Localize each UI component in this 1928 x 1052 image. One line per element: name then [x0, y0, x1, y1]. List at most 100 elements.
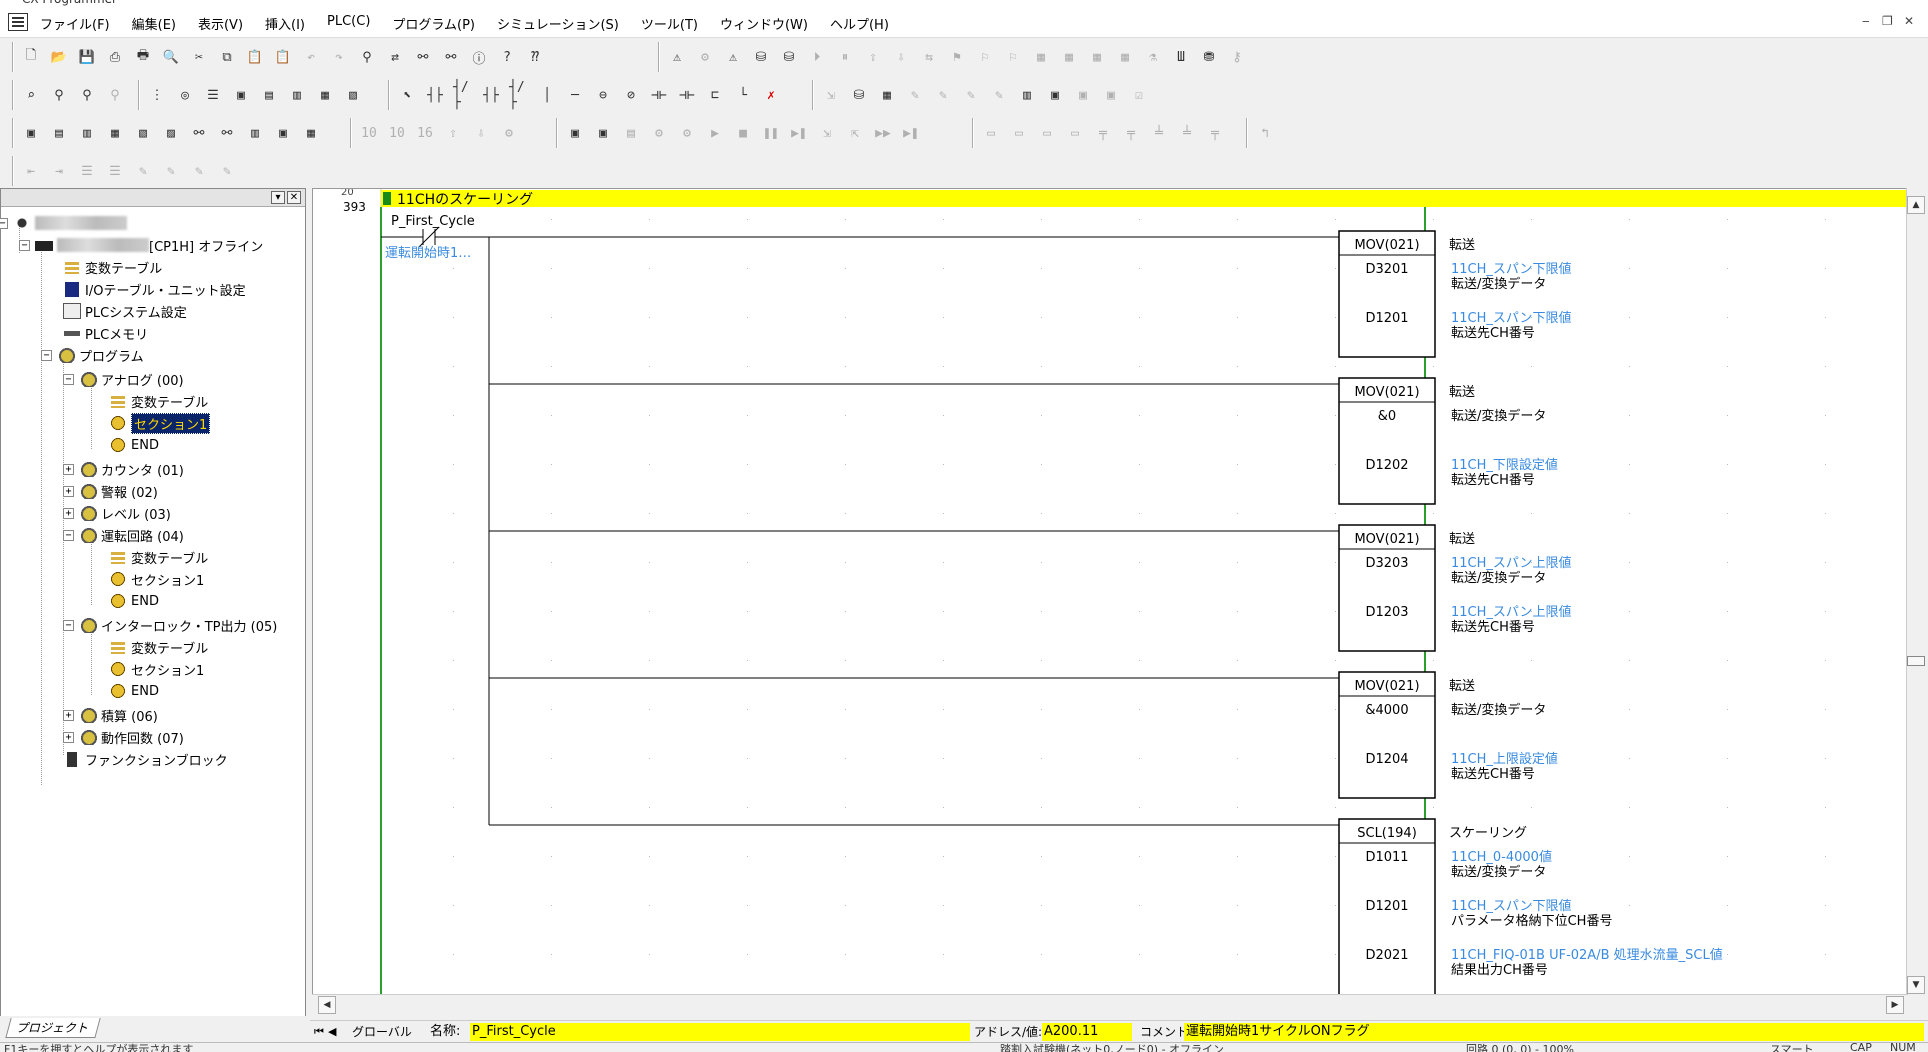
uncomment-block-icon[interactable]: ☰ — [104, 160, 126, 182]
zoom-icon[interactable]: ⚲ — [76, 84, 98, 106]
new-file-icon[interactable]: 🗋 — [20, 46, 42, 68]
tree-il-end[interactable]: END — [109, 681, 159, 701]
horizontal-line-icon[interactable]: ─ — [564, 84, 586, 106]
menu-item-3[interactable]: 挿入(I) — [265, 14, 305, 33]
online-icon[interactable]: ⛁ — [750, 46, 772, 68]
scroll-down-icon[interactable]: ▼ — [1907, 976, 1925, 994]
tree-il-vars[interactable]: 変数テーブル — [109, 637, 208, 657]
sim-pause-icon[interactable]: ❚❚ — [760, 122, 782, 144]
memory-icon[interactable]: ▦ — [876, 84, 898, 106]
select-mode-icon[interactable]: ⬉ — [396, 84, 418, 106]
zoom-in-icon[interactable]: ⚲ — [48, 84, 70, 106]
tree-analog-vars[interactable]: 変数テーブル — [109, 391, 208, 411]
comment-field[interactable]: 運転開始時1サイクルONフラグ — [1184, 1023, 1924, 1041]
monitor-icon[interactable]: ▦ — [1030, 46, 1052, 68]
scroll-thumb[interactable] — [1907, 656, 1925, 666]
tree-program-totalize[interactable]: + 積算 (06) — [63, 705, 158, 725]
menu-item-0[interactable]: ファイル(F) — [40, 14, 110, 33]
io-table-icon[interactable]: ▣ — [1044, 84, 1066, 106]
address-ref-icon[interactable]: ⚯ — [440, 46, 462, 68]
tree-plc-memory[interactable]: PLCメモリ — [63, 323, 148, 343]
collapse-icon[interactable]: − — [0, 217, 8, 229]
help-icon[interactable]: ? — [496, 46, 518, 68]
tree-program-opcount[interactable]: + 動作回数 (07) — [63, 727, 184, 747]
print-icon[interactable]: 🖶 — [132, 46, 154, 68]
sim-continue-icon[interactable]: ▶▶ — [872, 122, 894, 144]
minimize-icon[interactable]: ‒ — [1862, 14, 1870, 28]
hex-icon[interactable]: 16 — [414, 122, 436, 144]
properties-window-icon[interactable]: ▧ — [132, 122, 154, 144]
cross-ref-icon[interactable]: ⚯ — [412, 46, 434, 68]
tree-program-counter[interactable]: + カウンタ (01) — [63, 459, 184, 479]
binary-icon[interactable]: 10 — [358, 122, 380, 144]
sim-scan-icon[interactable]: ▶❚ — [900, 122, 922, 144]
tree-analog-end[interactable]: END — [109, 435, 159, 455]
watch-icon[interactable]: ▦ — [1058, 46, 1080, 68]
sfc-par-merge-icon[interactable]: ╧ — [1176, 122, 1198, 144]
sfc-action-icon[interactable]: ▭ — [1036, 122, 1058, 144]
sim-settings-icon[interactable]: ▤ — [620, 122, 642, 144]
tree-run-vars[interactable]: 変数テーブル — [109, 547, 208, 567]
differential-monitor-icon[interactable]: ⚗ — [1142, 46, 1164, 68]
nc-coil-icon[interactable]: ⊘ — [620, 84, 642, 106]
paste-icon[interactable]: 📋 — [244, 46, 266, 68]
undo-icon[interactable]: ↶ — [300, 46, 322, 68]
menu-item-1[interactable]: 編集(E) — [132, 14, 176, 33]
tree-io-table[interactable]: I/Oテーブル・ユニット設定 — [63, 279, 246, 299]
compile-all-icon[interactable]: ⚠ — [722, 46, 744, 68]
close-icon[interactable]: ✕ — [1904, 14, 1914, 28]
tree-plc-system[interactable]: PLCシステム設定 — [63, 301, 187, 321]
tree-root[interactable]: − — [0, 213, 127, 233]
instruction-icon[interactable]: ⊣⊢ — [648, 84, 670, 106]
sfc-view-icon[interactable]: ▦ — [314, 84, 336, 106]
sim-breakpoint-icon[interactable]: ⚙ — [648, 122, 670, 144]
comment-view-icon[interactable]: ◎ — [174, 84, 196, 106]
edit-rung-icon[interactable]: ✎ — [988, 84, 1010, 106]
sfc-branch-icon[interactable]: ▭ — [1064, 122, 1086, 144]
panel-dock-icon[interactable]: ▾ — [271, 191, 285, 204]
name-field[interactable]: P_First_Cycle — [470, 1023, 970, 1041]
cross-ref-window-icon[interactable]: ▨ — [160, 122, 182, 144]
protect-icon[interactable]: ⛃ — [1198, 46, 1220, 68]
collapse-icon[interactable]: − — [63, 619, 74, 631]
compile-icon[interactable]: ⚙ — [694, 46, 716, 68]
sfc-jump-icon[interactable]: ╤ — [1204, 122, 1226, 144]
decimal-icon[interactable]: 10 — [386, 122, 408, 144]
properties-icon[interactable]: ⓘ — [468, 46, 490, 68]
copy-icon[interactable]: ⧉ — [216, 46, 238, 68]
open-file-icon[interactable]: 📂 — [48, 46, 70, 68]
tree-program-alarm[interactable]: + 警報 (02) — [63, 481, 158, 501]
fb-call-icon[interactable]: ⊣⊢ — [676, 84, 698, 106]
memory-card-icon[interactable]: ▣ — [272, 122, 294, 144]
vertical-line-icon[interactable]: │ — [536, 84, 558, 106]
menu-item-5[interactable]: プログラム(P) — [392, 14, 475, 33]
tab-project[interactable]: プロジェクト — [5, 1018, 101, 1038]
scroll-left-icon[interactable]: ◀ — [318, 996, 336, 1014]
force-on-icon[interactable]: ⚑ — [946, 46, 968, 68]
return-icon[interactable]: ↰ — [1254, 122, 1276, 144]
outdent-icon[interactable]: ⇥ — [48, 160, 70, 182]
replace-icon[interactable]: ⇄ — [384, 46, 406, 68]
tree-program-interlock[interactable]: − インターロック・TP出力 (05) — [63, 615, 277, 635]
menu-item-8[interactable]: ウィンドウ(W) — [720, 14, 808, 33]
tree-run-end[interactable]: END — [109, 591, 159, 611]
line-connect-icon[interactable]: └ — [732, 84, 754, 106]
tree-plc[interactable]: − [CP1H] オフライン — [19, 235, 263, 255]
ladder-icon[interactable]: ▦ — [300, 122, 322, 144]
sim-step-icon[interactable]: ▶❚ — [788, 122, 810, 144]
nc-contact-icon[interactable]: ┤/├ — [452, 80, 474, 110]
nav-prev-icon[interactable]: ◀ — [328, 1023, 336, 1041]
task-icon[interactable]: ☑ — [1128, 84, 1150, 106]
transfer-from-plc-icon[interactable]: ⇩ — [890, 46, 912, 68]
menu-item-6[interactable]: シミュレーション(S) — [497, 14, 619, 33]
menu-item-2[interactable]: 表示(V) — [198, 14, 243, 33]
symbol-table-icon[interactable]: ▥ — [1016, 84, 1038, 106]
network-icon[interactable]: ⚯ — [188, 122, 210, 144]
grid-icon[interactable]: ⋮ — [146, 84, 168, 106]
sim-step-in-icon[interactable]: ⇲ — [816, 122, 838, 144]
or-no-contact-icon[interactable]: ┤├ — [480, 84, 502, 106]
print-preview-icon[interactable]: 🔍 — [160, 46, 182, 68]
expand-icon[interactable]: + — [63, 463, 74, 475]
nav-first-icon[interactable]: ⏮ — [314, 1023, 324, 1041]
watch-window-icon[interactable]: ▥ — [76, 122, 98, 144]
